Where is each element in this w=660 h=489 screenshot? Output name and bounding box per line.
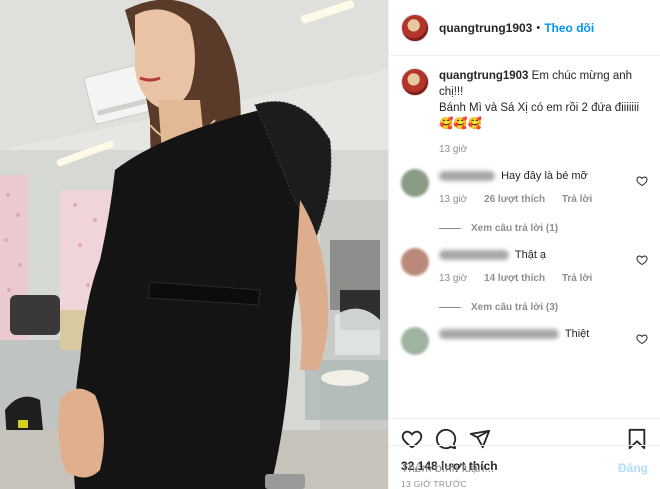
comment-likes[interactable]: 14 lượt thích: [484, 273, 545, 284]
comment-text: Thật ạ: [514, 249, 547, 261]
comment-text-line: Hay đây là bé mỡ: [439, 169, 630, 184]
comment-item: Thiệt: [401, 327, 648, 355]
caption-username[interactable]: quangtrung1903: [439, 70, 528, 82]
follow-button[interactable]: Theo dõi: [544, 21, 594, 35]
comment-time: 13 giờ: [439, 273, 468, 284]
commenter-avatar[interactable]: [401, 169, 429, 197]
post-comment-button[interactable]: Đăng: [618, 461, 648, 475]
comment-like-heart-icon[interactable]: [636, 175, 648, 187]
post-sidebar: quangtrung1903 • Theo dõi quangtrung1903…: [388, 0, 660, 489]
comments-section[interactable]: quangtrung1903 Em chúc mừng anh chị!!! B…: [389, 56, 660, 419]
caption-emojis: 🥰🥰🥰: [439, 118, 482, 130]
view-replies-button[interactable]: Xem câu trả lời (3): [439, 302, 630, 313]
post-caption: quangtrung1903 Em chúc mừng anh chị!!! B…: [401, 68, 648, 155]
comment-text: Hay đây là bé mỡ: [501, 170, 588, 182]
replies-divider: [439, 307, 461, 308]
caption-time: 13 giờ: [439, 144, 468, 155]
comment-text-line: Thiệt: [439, 327, 630, 342]
caption-line-2: Bánh Mì và Sá Xị có em rồi 2 đứa điiiiii…: [439, 102, 640, 114]
caption-text: quangtrung1903 Em chúc mừng anh chị!!! B…: [439, 68, 648, 132]
comment-input[interactable]: [401, 460, 618, 475]
reply-button[interactable]: Trả lời: [562, 194, 592, 205]
photo-illustration: [0, 0, 388, 489]
comment-item: Hay đây là bé mỡ 13 giờ 26 lượt thích Tr…: [401, 169, 648, 234]
comment-likes[interactable]: 26 lượt thích: [484, 194, 545, 205]
commenter-avatar[interactable]: [401, 327, 429, 355]
comment-like-heart-icon[interactable]: [636, 333, 648, 345]
comment-meta: 13 giờ 26 lượt thích Trả lời: [439, 194, 630, 205]
add-comment-bar: Đăng: [389, 445, 660, 489]
comment-like-heart-icon[interactable]: [636, 254, 648, 266]
author-avatar[interactable]: [401, 13, 429, 42]
caption-avatar[interactable]: [401, 68, 429, 96]
comment-time: 13 giờ: [439, 194, 468, 205]
comment-item: Thật ạ 13 giờ 14 lượt thích Trả lời Xem …: [401, 248, 648, 313]
commenter-name-blurred[interactable]: [439, 250, 509, 261]
separator-dot: •: [536, 21, 541, 34]
view-replies-button[interactable]: Xem câu trả lời (1): [439, 223, 630, 234]
post-photo[interactable]: [0, 0, 388, 489]
commenter-name-blurred[interactable]: [439, 171, 495, 182]
comment-meta: 13 giờ 14 lượt thích Trả lời: [439, 273, 630, 284]
instagram-post: quangtrung1903 • Theo dõi quangtrung1903…: [0, 0, 660, 489]
replies-divider: [439, 228, 461, 229]
commenter-name-blurred[interactable]: [439, 329, 559, 340]
view-replies-label: Xem câu trả lời (1): [471, 223, 559, 234]
author-username[interactable]: quangtrung1903: [439, 21, 532, 35]
view-replies-label: Xem câu trả lời (3): [471, 302, 559, 313]
comment-text: Thiệt: [564, 328, 590, 340]
commenter-avatar[interactable]: [401, 248, 429, 276]
post-header: quangtrung1903 • Theo dõi: [389, 0, 660, 56]
comment-text-line: Thật ạ: [439, 248, 630, 263]
reply-button[interactable]: Trả lời: [562, 273, 592, 284]
